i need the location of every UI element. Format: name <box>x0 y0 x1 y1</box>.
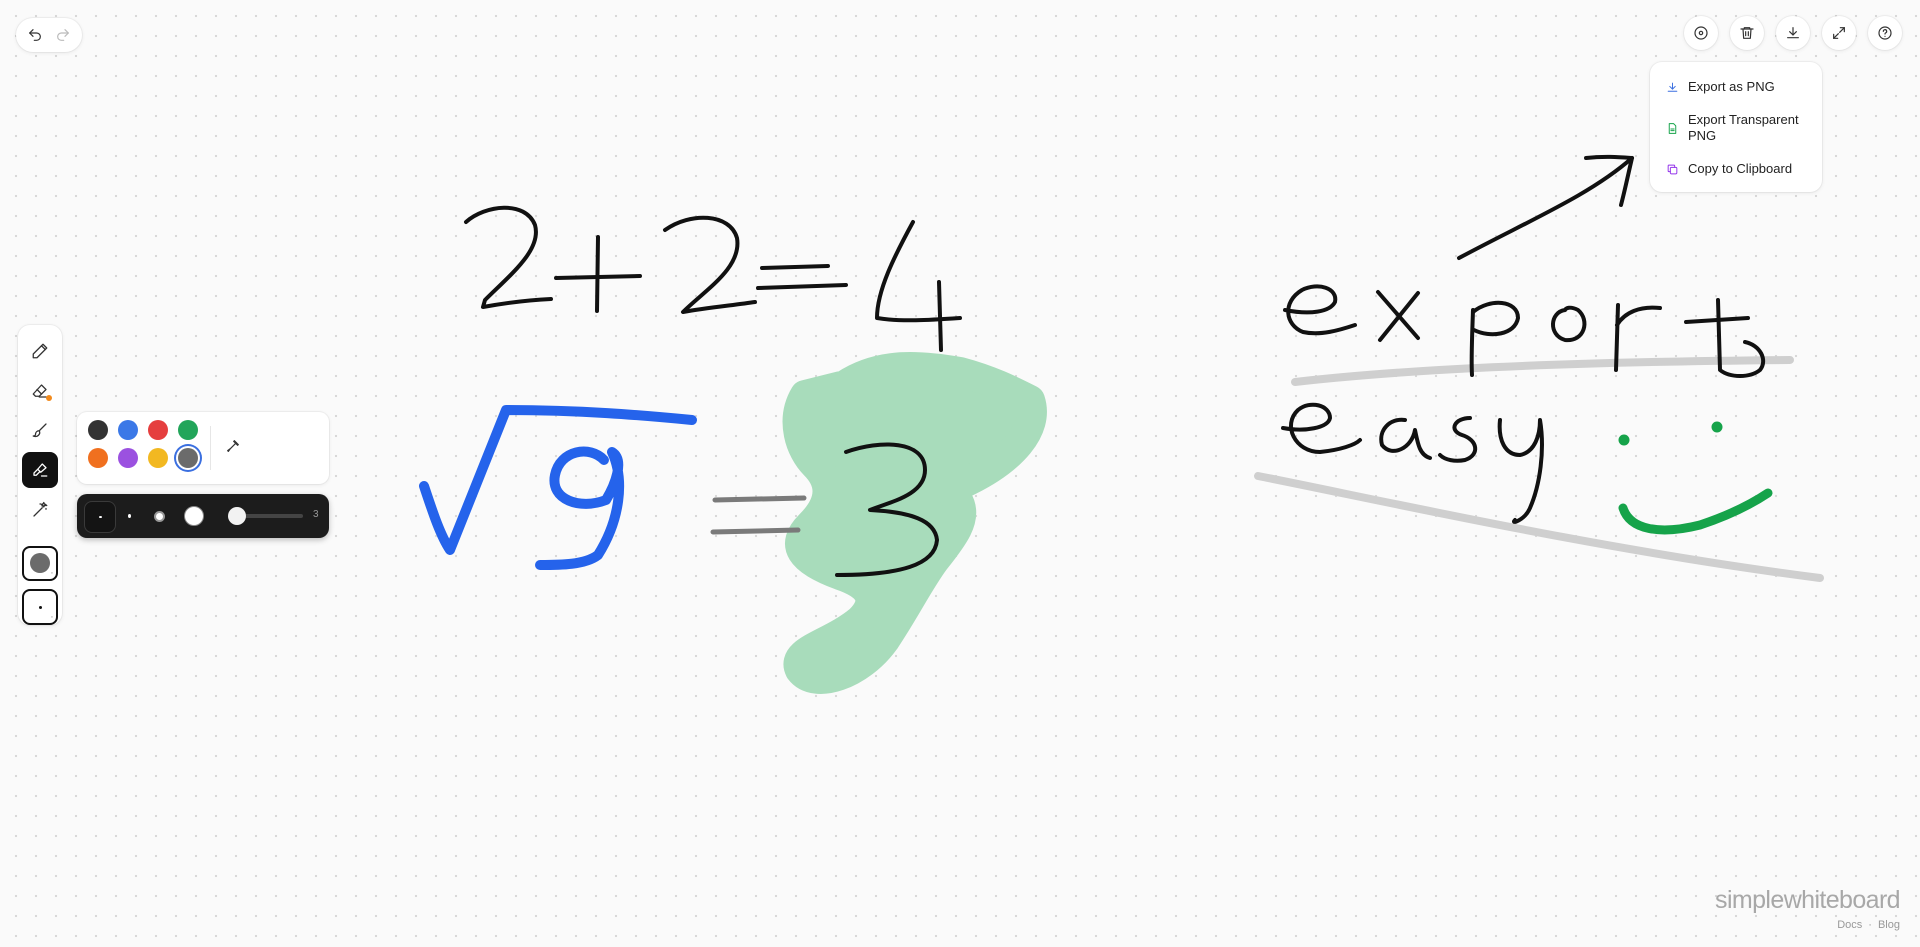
fullscreen-icon <box>1833 27 1845 39</box>
size-extra-small-button[interactable] <box>84 501 116 533</box>
size-slider-track[interactable] <box>237 514 303 518</box>
gray-highlight-stroke <box>1291 356 1794 386</box>
size-subindicator-icon: ◦ <box>50 614 53 622</box>
info-button[interactable] <box>1684 16 1718 50</box>
export-transparent-png-item[interactable]: Export Transparent PNG <box>1658 106 1814 150</box>
footer-separator: · <box>1868 919 1872 931</box>
trash-icon <box>1740 27 1754 39</box>
pencil-icon <box>32 343 48 359</box>
size-value: 3 <box>313 509 319 520</box>
docs-link[interactable]: Docs <box>1837 919 1862 931</box>
export-png-item[interactable]: Export as PNG <box>1658 68 1814 106</box>
green-highlight-stroke <box>782 351 1047 694</box>
eyedropper-button[interactable] <box>219 432 247 460</box>
undo-button[interactable] <box>21 21 49 49</box>
help-button[interactable] <box>1868 16 1902 50</box>
size-dot <box>153 510 165 522</box>
size-slider-thumb[interactable] <box>228 507 246 525</box>
color-swatch-3[interactable] <box>178 420 198 440</box>
handwriting-arrow <box>1457 154 1634 260</box>
size-medium-button[interactable] <box>144 501 174 531</box>
color-swatch-2[interactable] <box>148 420 168 440</box>
color-swatch-7[interactable] <box>178 448 198 468</box>
clear-button[interactable] <box>1730 16 1764 50</box>
menu-item-label: Export Transparent PNG <box>1688 112 1799 143</box>
active-indicator-dot <box>46 395 52 402</box>
palette-divider <box>210 426 211 470</box>
color-grid <box>88 420 200 468</box>
left-toolbar: ◦ ◦ <box>18 325 62 626</box>
handwriting-equation-1 <box>464 205 962 352</box>
color-swatch-0[interactable] <box>88 420 108 440</box>
export-menu: Export as PNG Export Transparent PNG Cop… <box>1650 62 1822 192</box>
copy-icon <box>1667 164 1678 174</box>
brush-tool[interactable] <box>22 412 58 448</box>
menu-item-label: Copy to Clipboard <box>1688 161 1793 176</box>
size-dot <box>98 516 102 518</box>
current-color-swatch <box>30 553 50 574</box>
redo-button[interactable] <box>49 21 77 49</box>
footer-links: Docs · Blog <box>1837 919 1900 931</box>
size-dot <box>127 514 131 518</box>
color-subindicator-icon: ◦ <box>50 570 53 578</box>
eyedropper-icon <box>227 440 239 452</box>
highlighter-icon <box>33 463 48 477</box>
blog-link[interactable]: Blog <box>1878 919 1900 931</box>
wand-icon <box>33 501 48 517</box>
color-swatch-6[interactable] <box>148 448 168 468</box>
color-swatch-1[interactable] <box>118 420 138 440</box>
handwriting-smiley <box>1618 421 1773 535</box>
gray-highlight-stroke <box>1254 472 1824 582</box>
brand-logo-text: simplewhiteboard <box>1715 886 1901 914</box>
color-swatch-5[interactable] <box>118 448 138 468</box>
file-icon <box>1668 122 1677 134</box>
brush-icon <box>32 423 47 438</box>
stroke-size-bar: 3 <box>77 494 329 538</box>
info-icon <box>1694 26 1708 40</box>
size-dot <box>184 506 204 526</box>
highlighter-tool[interactable] <box>22 452 58 488</box>
menu-item-label: Export as PNG <box>1688 79 1775 94</box>
undo-icon <box>29 29 41 41</box>
magic-wand-tool[interactable] <box>22 492 58 528</box>
color-palette-popover <box>77 412 329 484</box>
handwriting-sqrt-nine <box>419 405 697 570</box>
fullscreen-button[interactable] <box>1822 16 1856 50</box>
copy-to-clipboard-item[interactable]: Copy to Clipboard <box>1658 150 1814 188</box>
download-icon <box>1787 27 1799 39</box>
eraser-tool[interactable] <box>22 373 58 409</box>
size-large-button[interactable] <box>179 501 209 531</box>
current-size-dot <box>38 605 42 609</box>
current-size-button[interactable]: ◦ <box>22 589 58 626</box>
download-button[interactable] <box>1776 16 1810 50</box>
pencil-tool[interactable] <box>22 333 58 369</box>
download-icon <box>1667 82 1678 92</box>
color-swatch-4[interactable] <box>88 448 108 468</box>
top-toolbar <box>1684 16 1902 50</box>
help-icon <box>1878 26 1892 40</box>
size-small-button[interactable] <box>114 501 144 531</box>
redo-icon <box>57 29 69 41</box>
current-color-button[interactable]: ◦ <box>22 545 58 582</box>
history-controls <box>16 18 82 52</box>
